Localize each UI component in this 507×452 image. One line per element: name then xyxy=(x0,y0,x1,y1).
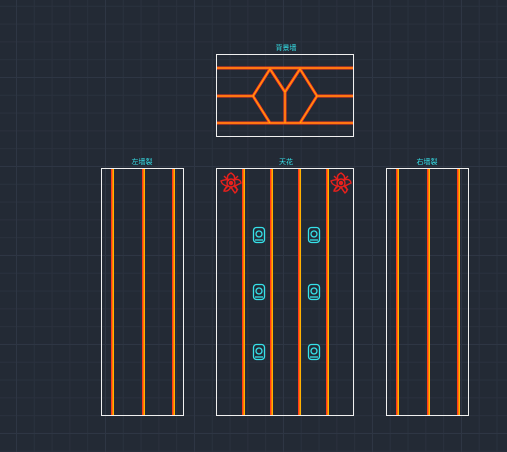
right-wall-strip-line xyxy=(396,169,399,415)
potted-plant-icon[interactable] xyxy=(218,170,244,196)
ceiling-strip-line xyxy=(270,169,273,415)
ceiling-lamp-icon[interactable] xyxy=(307,283,321,301)
background-wall-title: 背景墙 xyxy=(275,44,297,52)
left-wall-strip-line xyxy=(111,169,114,415)
background-wall-panel[interactable] xyxy=(216,54,354,137)
ceiling-lamp-icon[interactable] xyxy=(252,343,266,361)
ceiling-strip-line xyxy=(242,169,245,415)
background-wall-pattern xyxy=(217,66,353,125)
ceiling-title: 天花 xyxy=(279,158,293,166)
potted-plant-icon[interactable] xyxy=(328,170,354,196)
ceiling-lamp-icon[interactable] xyxy=(252,283,266,301)
ceiling-panel[interactable] xyxy=(216,168,354,416)
ceiling-strip-line xyxy=(326,169,329,415)
cad-model-viewport[interactable]: 背景墙 左墙裂 天花 右墙裂 xyxy=(0,0,507,452)
ceiling-lamp-icon[interactable] xyxy=(307,226,321,244)
left-wall-panel[interactable] xyxy=(101,168,184,416)
right-wall-panel[interactable] xyxy=(386,168,469,416)
right-wall-strip-line xyxy=(427,169,430,415)
ceiling-lamp-icon[interactable] xyxy=(252,226,266,244)
ceiling-lamp-icon[interactable] xyxy=(307,343,321,361)
left-wall-strip-line xyxy=(172,169,175,415)
right-wall-strip-line xyxy=(457,169,460,415)
left-wall-strip-line xyxy=(142,169,145,415)
ceiling-strip-line xyxy=(298,169,301,415)
right-wall-title: 右墙裂 xyxy=(416,158,438,166)
left-wall-title: 左墙裂 xyxy=(131,158,153,166)
